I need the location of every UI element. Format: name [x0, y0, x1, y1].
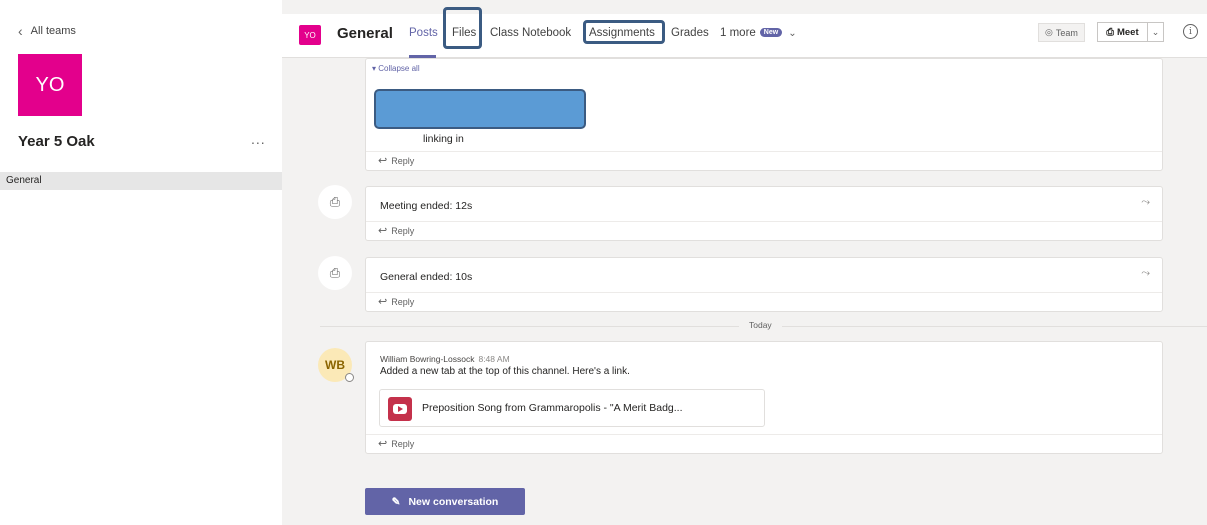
reply-label: Reply	[391, 439, 415, 449]
link-preview-title: Preposition Song from Grammaropolis - "A…	[422, 402, 683, 414]
meet-button-label: Meet	[1116, 26, 1139, 38]
left-sidebar: ‹ All teams YO Year 5 Oak ... General	[0, 0, 282, 525]
post-author-line: William Bowring-Lossock 8:48 AM	[380, 354, 510, 364]
tab-more-label: 1 more	[720, 27, 756, 39]
presence-status-icon	[345, 373, 354, 382]
team-avatar[interactable]: YO	[18, 54, 82, 116]
reply-arrow-icon: ↩	[378, 155, 388, 167]
highlight-box-assignments	[583, 20, 665, 44]
date-divider-label: Today	[739, 320, 782, 330]
post-card: William Bowring-Lossock 8:48 AM Added a n…	[365, 341, 1163, 454]
tab-posts[interactable]: Posts	[409, 27, 438, 39]
thread-card: ▾ Collapse all linking in ↩ Reply	[365, 58, 1163, 171]
meeting-recap-icon[interactable]: ⤳	[1141, 196, 1150, 209]
channel-avatar: YO	[299, 25, 321, 45]
post-author: William Bowring-Lossock	[380, 354, 475, 364]
chevron-down-icon: ⌄	[1151, 26, 1160, 37]
compose-icon: ✎	[391, 495, 401, 508]
meeting-icon: ⎙	[318, 185, 352, 219]
channel-title: General	[337, 25, 393, 42]
new-badge: New	[759, 28, 783, 38]
meet-dropdown-button[interactable]: ⌄	[1148, 22, 1164, 42]
all-teams-label: All teams	[30, 25, 76, 37]
video-camera-icon: ⎙	[329, 194, 341, 209]
link-preview-card[interactable]: Preposition Song from Grammaropolis - "A…	[379, 389, 765, 427]
meeting-ended-text: General ended: 10s	[380, 271, 473, 283]
chevron-down-icon: ⌄	[788, 28, 797, 39]
channel-header: YO General Posts Files Class Notebook As…	[282, 7, 1207, 58]
collapse-all-link[interactable]: ▾ Collapse all	[372, 64, 420, 73]
eye-icon: ◎	[1045, 27, 1053, 37]
info-icon[interactable]: i	[1183, 24, 1198, 39]
meeting-icon: ⎙	[318, 256, 352, 290]
redacted-content-block	[374, 89, 586, 129]
team-button-label: Team	[1055, 27, 1078, 38]
meeting-card: General ended: 10s ⤳ ↩ Reply	[365, 257, 1163, 312]
reply-button[interactable]: ↩ Reply	[366, 221, 1162, 241]
reply-arrow-icon: ↩	[378, 225, 388, 237]
collapse-all-label: Collapse all	[378, 64, 420, 73]
youtube-icon	[388, 397, 412, 421]
channel-item-general[interactable]: General	[0, 172, 282, 190]
team-button[interactable]: ◎ Team	[1038, 23, 1085, 42]
highlight-box-files	[443, 7, 482, 49]
reply-button[interactable]: ↩ Reply	[366, 292, 1162, 312]
reply-label: Reply	[391, 156, 415, 166]
meet-button[interactable]: ⎙ Meet	[1097, 22, 1148, 42]
reply-arrow-icon: ↩	[378, 438, 388, 450]
message-text: linking in	[423, 133, 464, 145]
post-timestamp: 8:48 AM	[478, 354, 510, 364]
reply-button[interactable]: ↩ Reply	[366, 151, 1162, 171]
video-camera-icon: ⎙	[329, 265, 341, 280]
tab-grades[interactable]: Grades	[671, 27, 709, 39]
new-conversation-label: New conversation	[408, 495, 499, 508]
tab-class-notebook[interactable]: Class Notebook	[490, 27, 571, 39]
tab-more[interactable]: 1 more New ⌄	[720, 27, 797, 39]
reply-label: Reply	[391, 226, 415, 236]
meeting-card: Meeting ended: 12s ⤳ ↩ Reply	[365, 186, 1163, 241]
meeting-ended-text: Meeting ended: 12s	[380, 200, 473, 212]
main-content: YO General Posts Files Class Notebook As…	[282, 0, 1207, 525]
new-conversation-button[interactable]: ✎ New conversation	[365, 488, 525, 515]
team-more-options-button[interactable]: ...	[251, 131, 266, 147]
reply-label: Reply	[391, 297, 415, 307]
team-name: Year 5 Oak	[18, 133, 95, 150]
reply-arrow-icon: ↩	[378, 296, 388, 308]
meeting-recap-icon[interactable]: ⤳	[1141, 267, 1150, 280]
all-teams-link[interactable]: ‹ All teams	[18, 22, 76, 39]
post-body: Added a new tab at the top of this chann…	[380, 366, 630, 377]
chevron-left-icon: ‹	[18, 22, 23, 39]
reply-button[interactable]: ↩ Reply	[366, 434, 1162, 454]
video-camera-icon: ⎙	[1106, 26, 1114, 38]
